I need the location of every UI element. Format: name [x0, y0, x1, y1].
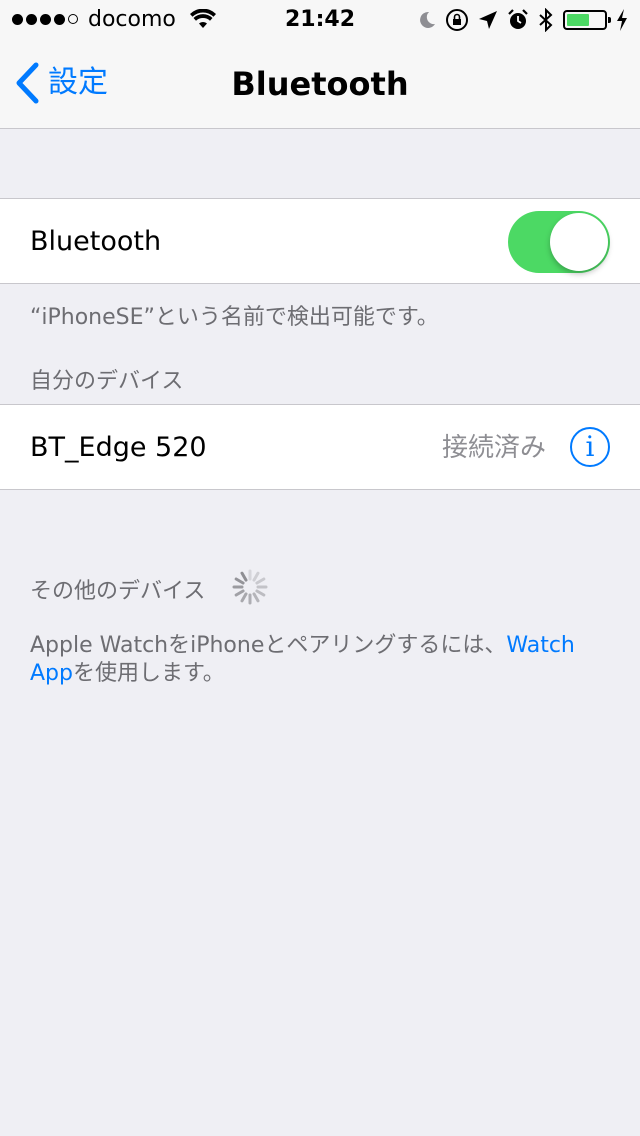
info-icon[interactable]: i [570, 427, 610, 467]
device-row[interactable]: BT_Edge 520 接続済み i [0, 404, 640, 490]
other-devices-header: その他のデバイス [30, 579, 206, 604]
spinner-tick [234, 577, 245, 585]
alarm-icon [508, 9, 528, 29]
spinner-tick [255, 577, 266, 585]
spinner-tick [240, 592, 248, 603]
charging-icon [617, 9, 627, 31]
device-status: 接続済み [441, 433, 546, 463]
page-title: Bluetooth [231, 65, 409, 103]
battery-icon [563, 10, 611, 30]
bluetooth-toggle-cell: Bluetooth [0, 198, 640, 284]
device-name: BT_Edge 520 [30, 432, 207, 463]
bluetooth-label: Bluetooth [30, 226, 162, 257]
status-icons [418, 8, 628, 32]
spinner-tick [252, 592, 260, 603]
navigation-bar: 設定 Bluetooth [0, 40, 640, 129]
spinner-tick [240, 571, 248, 582]
toggle-knob [550, 213, 608, 271]
spinner-tick [252, 571, 260, 582]
moon-icon [420, 11, 435, 28]
rotation-lock-icon [446, 9, 468, 31]
pairing-note-text: Apple WatchをiPhoneとペアリングするには、 [30, 633, 507, 658]
bluetooth-toggle[interactable] [508, 211, 610, 273]
location-icon [479, 11, 497, 29]
pairing-note-text-end: を使用します。 [72, 661, 225, 686]
loading-spinner-icon [232, 569, 268, 605]
my-devices-header: 自分のデバイス [30, 369, 184, 394]
pairing-note: Apple WatchをiPhoneとペアリングするには、Watch Appを使… [30, 632, 610, 688]
spinner-tick [255, 589, 266, 597]
bluetooth-icon [539, 8, 553, 32]
status-bar: docomo 21:42 [0, 0, 640, 40]
spinner-tick [234, 589, 245, 597]
discoverable-text: “iPhoneSE”という名前で検出可能です。 [30, 305, 439, 330]
